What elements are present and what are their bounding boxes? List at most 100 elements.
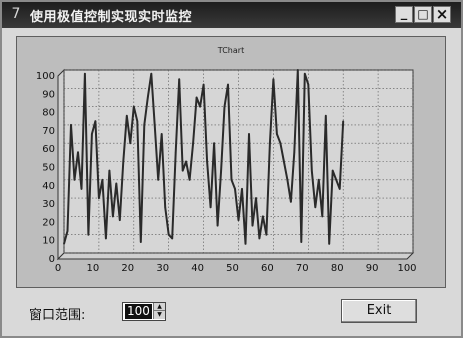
data-point	[290, 201, 292, 203]
data-point	[171, 237, 173, 240]
data-point	[269, 142, 271, 144]
exit-button[interactable]: Exit	[341, 299, 417, 323]
data-point	[108, 169, 111, 172]
data-point	[234, 188, 236, 190]
data-point	[84, 72, 86, 75]
data-point	[258, 237, 261, 240]
data-point	[199, 105, 201, 108]
data-point	[244, 243, 247, 245]
x-tick-label: 90	[366, 263, 379, 274]
y-tick-label: 40	[42, 181, 55, 192]
y-tick-label: 100	[36, 71, 55, 82]
data-point	[188, 179, 191, 181]
data-point	[115, 182, 118, 185]
data-point	[220, 169, 222, 172]
app-window: 7 使用极值控制实现实时监控 _ □ × TChart 0 10 20 30 40 50 6…	[0, 0, 463, 338]
data-point	[335, 179, 338, 181]
y-tick-label: 10	[42, 236, 55, 247]
data-point	[119, 219, 121, 221]
data-point	[213, 142, 215, 144]
data-point	[283, 160, 285, 163]
data-point	[216, 224, 219, 227]
data-point	[80, 188, 83, 190]
data-point	[255, 197, 257, 199]
maximize-icon: □	[417, 7, 429, 21]
floor-wall	[56, 252, 415, 260]
data-point	[251, 224, 254, 227]
data-point	[195, 96, 198, 99]
data-point	[112, 215, 114, 218]
data-point	[248, 133, 250, 135]
data-point	[153, 124, 156, 126]
data-point	[318, 179, 320, 181]
data-point	[185, 160, 187, 163]
app-icon: 7	[11, 6, 21, 22]
data-point	[129, 142, 132, 144]
data-point	[237, 219, 240, 221]
data-point	[227, 83, 229, 86]
data-point	[136, 120, 139, 122]
x-tick-label: 30	[156, 263, 169, 274]
data-point	[321, 215, 324, 218]
minimize-button[interactable]: _	[395, 6, 413, 23]
data-point	[230, 179, 233, 181]
data-point	[209, 206, 212, 209]
data-point	[241, 188, 243, 190]
data-point	[311, 169, 313, 172]
data-point	[342, 120, 345, 122]
data-point	[297, 69, 299, 71]
data-point	[314, 206, 317, 209]
spin-up-icon: ▲	[157, 303, 162, 310]
data-point	[150, 72, 153, 75]
left-wall	[57, 68, 65, 261]
data-point	[178, 78, 180, 80]
data-point	[143, 124, 146, 126]
y-tick-label: 60	[42, 144, 55, 155]
close-button[interactable]: ×	[433, 6, 451, 23]
data-point	[279, 142, 282, 144]
x-tick-label: 50	[226, 263, 239, 274]
x-tick-label: 100	[397, 263, 416, 274]
minimize-icon: _	[400, 6, 408, 21]
y-tick-label: 70	[42, 126, 55, 137]
close-icon: ×	[435, 5, 449, 23]
data-point	[70, 124, 72, 126]
title-bar[interactable]: 7 使用极值控制实现实时监控 _ □ ×	[2, 2, 461, 28]
spin-up-button[interactable]: ▲	[153, 303, 165, 311]
y-tick-label: 0	[49, 254, 55, 265]
data-point	[304, 72, 306, 75]
data-point	[126, 115, 128, 117]
data-point	[94, 120, 97, 122]
data-point	[133, 105, 135, 108]
data-point	[98, 197, 100, 199]
data-point	[174, 151, 177, 154]
chart-panel: TChart 0 10 20 30 40 50 60 70 80 90 100 0 10 20 30 40 50…	[16, 36, 446, 288]
data-point	[77, 151, 79, 154]
data-point	[181, 169, 184, 172]
data-point	[66, 230, 69, 232]
data-point	[338, 188, 341, 190]
data-point	[192, 142, 194, 144]
spin-down-button[interactable]: ▼	[153, 311, 165, 319]
data-point	[286, 179, 289, 181]
x-tick-label: 40	[191, 263, 204, 274]
maximize-button[interactable]: □	[414, 6, 432, 23]
x-tick-label: 20	[121, 263, 134, 274]
line-chart: TChart 0 10 20 30 40 50 60 70 80 90 100 0 10 20 30 40 50…	[36, 46, 417, 274]
window-title: 使用极值控制实现实时监控	[30, 10, 193, 25]
data-point	[331, 169, 334, 172]
data-point	[105, 237, 107, 240]
x-tick-label: 70	[296, 263, 309, 274]
window-range-spinbox[interactable]: 100 ▲ ▼	[122, 302, 166, 321]
x-tick-label: 80	[331, 263, 344, 274]
data-point	[206, 160, 208, 163]
data-point	[164, 206, 166, 209]
spin-down-icon: ▼	[157, 311, 162, 318]
y-tick-label: 50	[42, 163, 55, 174]
window-range-input[interactable]: 100	[125, 304, 152, 319]
data-point	[276, 133, 278, 135]
x-tick-label: 10	[87, 263, 100, 274]
y-tick-label: 20	[42, 217, 55, 228]
x-tick-label: 0	[55, 263, 61, 274]
data-point	[140, 241, 142, 243]
